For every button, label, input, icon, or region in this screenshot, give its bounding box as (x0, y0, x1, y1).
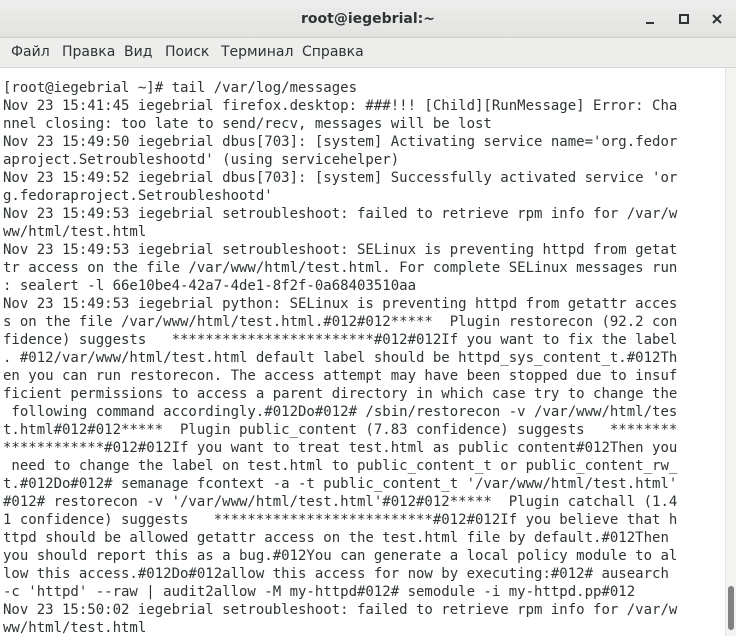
terminal-line: Nov 23 15:49:53 iegebrial setroubleshoot… (3, 242, 678, 258)
menu-view[interactable]: Вид (124, 38, 152, 67)
scrollbar-thumb[interactable] (728, 586, 734, 630)
terminal-line: . #012/var/www/html/test.html default la… (3, 350, 678, 366)
vertical-scrollbar[interactable] (725, 68, 736, 636)
terminal-line: s on the file /var/www/html/test.html.#0… (3, 314, 678, 330)
title-bar[interactable]: root@iegebrial:~ (0, 0, 736, 38)
close-button[interactable] (707, 9, 727, 29)
menu-search[interactable]: Поиск (165, 38, 209, 67)
menu-bar: Файл Правка Вид Поиск Терминал Справка (0, 38, 736, 68)
terminal-line: ficient permissions to access a parent d… (3, 386, 678, 402)
terminal-line: tr access on the file /var/www/html/test… (3, 260, 678, 276)
terminal-line: you should report this as a bug.#012You … (3, 548, 678, 564)
terminal-line: Nov 23 15:49:53 iegebrial python: SELinu… (3, 296, 678, 312)
menu-terminal[interactable]: Терминал (221, 38, 293, 67)
menu-file[interactable]: Файл (11, 38, 50, 67)
terminal-line: Nov 23 15:49:53 iegebrial setroubleshoot… (3, 206, 678, 222)
terminal-window: root@iegebrial:~ Файл Правка Вид Поиск Т… (0, 0, 736, 636)
terminal-line: ww/html/test.html (3, 224, 147, 240)
terminal-line: fidence) suggests **********************… (3, 332, 678, 348)
minimize-button[interactable] (640, 9, 660, 29)
terminal-line: en you can run restorecon. The access at… (3, 368, 678, 384)
window-title: root@iegebrial:~ (301, 11, 435, 27)
terminal-line: #012# restorecon -v '/var/www/html/test.… (3, 494, 678, 510)
menu-help[interactable]: Справка (302, 38, 364, 67)
terminal-line: t.html#012#012***** Plugin public_conten… (3, 422, 678, 438)
terminal-line: 1 confidence) suggests *****************… (3, 512, 678, 528)
terminal-line: : sealert -l 66e10be4-42a7-4de1-8f2f-0a6… (3, 278, 417, 294)
terminal-line: need to change the label on test.html to… (3, 458, 678, 474)
terminal-line: Nov 23 15:49:52 iegebrial dbus[703]: [sy… (3, 170, 678, 186)
terminal-line: Nov 23 15:49:50 iegebrial dbus[703]: [sy… (3, 134, 678, 150)
terminal-line: ww/html/test.html (3, 620, 147, 636)
terminal-line: ttpd should be allowed getattr access on… (3, 530, 669, 546)
terminal-line: g.fedoraproject.Setroubleshootd' (3, 188, 273, 204)
terminal-line: ************#012#012If you want to treat… (3, 440, 678, 456)
terminal-output[interactable]: [root@iegebrial ~]# tail /var/log/messag… (0, 68, 725, 636)
menu-edit[interactable]: Правка (62, 38, 115, 67)
terminal-line: aproject.Setroubleshootd' (using service… (3, 152, 400, 168)
terminal-line: following command accordingly.#012Do#012… (3, 404, 678, 420)
terminal-line: -c 'httpd' --raw | audit2allow -M my-htt… (3, 584, 636, 600)
maximize-button[interactable] (674, 9, 694, 29)
terminal-line: nnel closing: too late to send/recv, mes… (3, 116, 492, 132)
minimize-icon (646, 22, 654, 24)
terminal-text: [root@iegebrial ~]# tail /var/log/messag… (0, 68, 725, 636)
terminal-line: low this access.#012Do#012allow this acc… (3, 566, 669, 582)
terminal-line: t.#012Do#012# semanage fcontext -a -t pu… (3, 476, 678, 492)
terminal-line: [root@iegebrial ~]# tail /var/log/messag… (3, 80, 358, 96)
maximize-icon (679, 14, 689, 24)
terminal-line: Nov 23 15:50:02 iegebrial setroubleshoot… (3, 602, 678, 618)
close-icon (712, 14, 722, 24)
terminal-line: Nov 23 15:41:45 iegebrial firefox.deskto… (3, 98, 678, 114)
